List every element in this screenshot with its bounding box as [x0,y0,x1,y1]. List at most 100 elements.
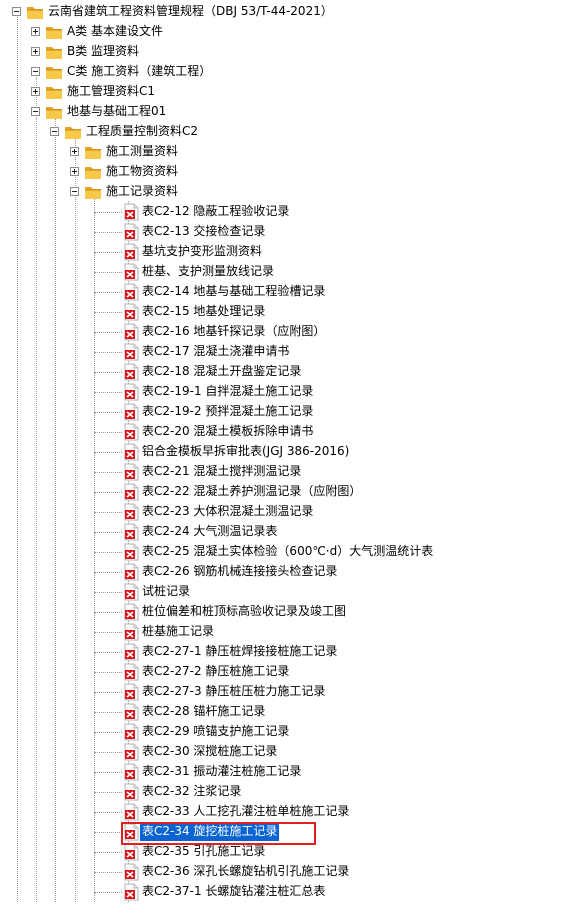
pdf-document-icon [122,363,140,381]
pdf-document-icon [122,243,140,261]
tree-document-item[interactable]: 表C2-26 钢筋机械连接接头检查记录 [0,562,583,582]
tree-item-label: 表C2-15 地基处理记录 [142,304,266,318]
folder-icon [26,3,44,21]
collapse-toggle-icon[interactable] [31,107,40,116]
tree-document-item[interactable]: 表C2-14 地基与基础工程验槽记录 [0,282,583,302]
pdf-document-icon [122,403,140,421]
tree-document-item[interactable]: 表C2-27-3 静压桩压桩力施工记录 [0,682,583,702]
tree-document-item[interactable]: 表C2-31 振动灌注桩施工记录 [0,762,583,782]
tree-item-label: 表C2-32 注浆记录 [142,784,242,798]
tree-folder-item[interactable]: B类 监理资料 [0,42,583,62]
tree-document-item[interactable]: 表C2-24 大气测温记录表 [0,522,583,542]
collapse-toggle-icon[interactable] [31,67,40,76]
pdf-document-icon [122,763,140,781]
tree-item-label: 表C2-29 喷锚支护施工记录 [142,724,290,738]
tree-item-label: B类 监理资料 [67,44,140,58]
tree-item-label: 表C2-36 深孔长螺旋钻机引孔施工记录 [142,864,350,878]
tree-item-label: 表C2-37-1 长螺旋钻灌注桩汇总表 [142,884,326,898]
tree-item-label: C类 施工资料（建筑工程） [67,64,212,78]
tree-document-item[interactable]: 表C2-37-1 长螺旋钻灌注桩汇总表 [0,882,583,902]
tree-folder-item[interactable]: 施工管理资料C1 [0,82,583,102]
tree-folder-item[interactable]: A类 基本建设文件 [0,22,583,42]
tree-item-label: 表C2-28 锚杆施工记录 [142,704,266,718]
pdf-document-icon [122,483,140,501]
tree-item-label: 表C2-26 钢筋机械连接接头检查记录 [142,564,338,578]
folder-icon [84,143,102,161]
tree-document-item[interactable]: 表C2-17 混凝土浇灌申请书 [0,342,583,362]
tree-document-item[interactable]: 表C2-19-2 预拌混凝土施工记录 [0,402,583,422]
tree-document-item[interactable]: 表C2-27-1 静压桩焊接接桩施工记录 [0,642,583,662]
tree-item-label: 表C2-24 大气测温记录表 [142,524,278,538]
tree-document-item[interactable]: 表C2-36 深孔长螺旋钻机引孔施工记录 [0,862,583,882]
pdf-document-icon [122,643,140,661]
tree-folder-item[interactable]: C类 施工资料（建筑工程） [0,62,583,82]
tree-document-item[interactable]: 表C2-20 混凝土模板拆除申请书 [0,422,583,442]
pdf-document-icon [122,883,140,901]
tree-folder-item[interactable]: 地基与基础工程01 [0,102,583,122]
pdf-document-icon [122,263,140,281]
expand-toggle-icon[interactable] [70,167,79,176]
tree-document-item[interactable]: 表C2-27-2 静压桩施工记录 [0,662,583,682]
tree-folder-item[interactable]: 云南省建筑工程资料管理规程（DBJ 53/T-44-2021） [0,2,583,22]
tree-document-item[interactable]: 试桩记录 [0,582,583,602]
pdf-document-icon [122,443,140,461]
tree-document-item[interactable]: 表C2-32 注浆记录 [0,782,583,802]
tree-document-item[interactable]: 铝合金模板早拆审批表(JGJ 386-2016) [0,442,583,462]
tree-document-item[interactable]: 表C2-22 混凝土养护测温记录（应附图） [0,482,583,502]
tree-item-label: 试桩记录 [142,584,191,598]
tree-item-label: 表C2-18 混凝土开盘鉴定记录 [142,364,302,378]
tree-document-item[interactable]: 桩基、支护测量放线记录 [0,262,583,282]
pdf-document-icon [122,663,140,681]
tree-document-item[interactable]: 基坑支护变形监测资料 [0,242,583,262]
tree-item-label: 表C2-17 混凝土浇灌申请书 [142,344,290,358]
tree-folder-item[interactable]: 工程质量控制资料C2 [0,122,583,142]
tree-document-item[interactable]: 表C2-34 旋挖桩施工记录 [0,822,583,842]
pdf-document-icon [122,723,140,741]
tree-item-label: 表C2-35 引孔施工记录 [142,844,266,858]
tree-document-item[interactable]: 表C2-16 地基钎探记录（应附图） [0,322,583,342]
collapse-toggle-icon[interactable] [50,127,59,136]
tree-document-item[interactable]: 表C2-28 锚杆施工记录 [0,702,583,722]
tree-folder-item[interactable]: 施工物资资料 [0,162,583,182]
tree-item-label: 表C2-12 隐蔽工程验收记录 [142,204,290,218]
tree-item-label: 表C2-19-2 预拌混凝土施工记录 [142,404,314,418]
pdf-document-icon [122,863,140,881]
expand-toggle-icon[interactable] [31,27,40,36]
tree-document-item[interactable]: 表C2-12 隐蔽工程验收记录 [0,202,583,222]
tree-document-item[interactable]: 桩基施工记录 [0,622,583,642]
expand-toggle-icon[interactable] [70,147,79,156]
tree-document-item[interactable]: 表C2-29 喷锚支护施工记录 [0,722,583,742]
tree-folder-item[interactable]: 施工测量资料 [0,142,583,162]
pdf-document-icon [122,803,140,821]
tree-document-item[interactable]: 表C2-25 混凝土实体检验（600℃·d）大气测温统计表 [0,542,583,562]
pdf-document-icon [122,303,140,321]
expand-toggle-icon[interactable] [31,47,40,56]
pdf-document-icon [122,543,140,561]
tree-item-label: 表C2-19-1 自拌混凝土施工记录 [142,384,314,398]
tree-item-label: 铝合金模板早拆审批表(JGJ 386-2016) [142,444,350,458]
pdf-document-icon [122,343,140,361]
pdf-document-icon [122,563,140,581]
tree-item-label: 桩基施工记录 [142,624,215,638]
pdf-document-icon [122,503,140,521]
collapse-toggle-icon[interactable] [70,187,79,196]
tree-item-label: 表C2-33 人工挖孔灌注桩单桩施工记录 [142,804,350,818]
collapse-toggle-icon[interactable] [12,7,21,16]
tree-document-item[interactable]: 表C2-15 地基处理记录 [0,302,583,322]
tree-item-label: 表C2-30 深搅桩施工记录 [142,744,278,758]
expand-toggle-icon[interactable] [31,87,40,96]
tree-document-item[interactable]: 表C2-18 混凝土开盘鉴定记录 [0,362,583,382]
folder-icon [45,23,63,41]
tree-document-item[interactable]: 表C2-13 交接检查记录 [0,222,583,242]
tree-document-item[interactable]: 表C2-33 人工挖孔灌注桩单桩施工记录 [0,802,583,822]
tree-document-item[interactable]: 表C2-21 混凝土搅拌测温记录 [0,462,583,482]
tree-folder-item[interactable]: 施工记录资料 [0,182,583,202]
tree-document-item[interactable]: 表C2-30 深搅桩施工记录 [0,742,583,762]
tree-document-item[interactable]: 表C2-19-1 自拌混凝土施工记录 [0,382,583,402]
tree-document-item[interactable]: 桩位偏差和桩顶标高验收记录及竣工图 [0,602,583,622]
pdf-document-icon [122,743,140,761]
folder-icon [45,83,63,101]
tree-item-label: 表C2-21 混凝土搅拌测温记录 [142,464,302,478]
tree-document-item[interactable]: 表C2-35 引孔施工记录 [0,842,583,862]
tree-document-item[interactable]: 表C2-23 大体积混凝土测温记录 [0,502,583,522]
